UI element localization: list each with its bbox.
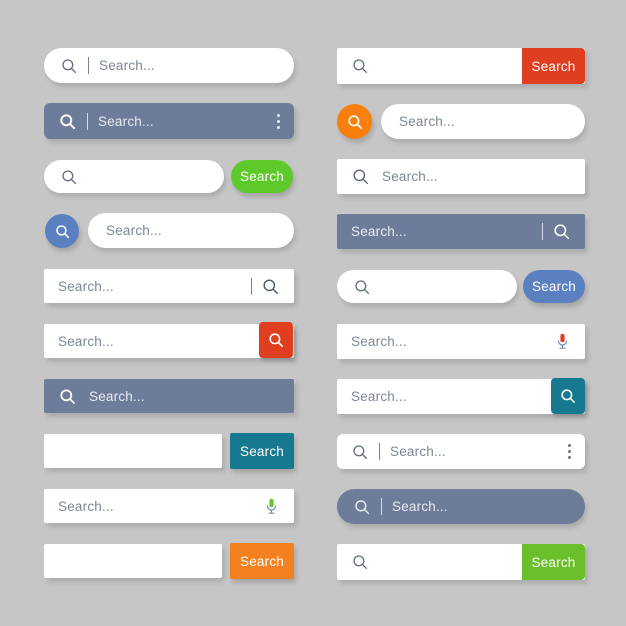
microphone-icon-red[interactable] bbox=[554, 332, 571, 351]
search-icon bbox=[60, 57, 78, 75]
search-button-teal[interactable]: Search bbox=[230, 433, 294, 469]
search-icon bbox=[351, 553, 369, 571]
search-icon bbox=[351, 57, 369, 75]
text-cursor-divider bbox=[251, 277, 252, 295]
search-input[interactable]: Search... bbox=[351, 389, 407, 404]
search-icon bbox=[353, 278, 371, 296]
search-bar-white-rounded-menu[interactable]: Search... bbox=[337, 434, 585, 469]
search-bar-flat-slate[interactable]: Search... bbox=[44, 379, 294, 413]
search-bar-flat-white-left-icon[interactable]: Search... bbox=[337, 159, 585, 194]
search-button-orange[interactable]: Search bbox=[230, 543, 294, 579]
search-input[interactable]: Search... bbox=[58, 499, 114, 514]
search-button-label: Search bbox=[240, 169, 284, 184]
search-bar-flat-white-orange[interactable] bbox=[44, 544, 222, 578]
search-button-green[interactable]: Search bbox=[231, 160, 293, 193]
text-cursor-divider bbox=[381, 498, 382, 515]
search-icon-button-red[interactable] bbox=[259, 322, 293, 358]
search-icon bbox=[353, 498, 371, 516]
search-input[interactable]: Search... bbox=[351, 334, 407, 349]
microphone-icon-green[interactable] bbox=[263, 497, 280, 516]
text-cursor-divider bbox=[542, 223, 543, 240]
search-input[interactable]: Search... bbox=[382, 169, 438, 184]
search-input[interactable]: Search... bbox=[351, 224, 407, 239]
search-button-label: Search bbox=[240, 553, 284, 569]
search-bar-pill-white-blue-icon[interactable]: Search... bbox=[88, 213, 294, 248]
text-cursor-divider bbox=[88, 57, 89, 74]
search-button-blue[interactable]: Search bbox=[523, 270, 585, 303]
search-icon-button-teal[interactable] bbox=[551, 378, 585, 414]
search-bar-flat-white-red-icon[interactable]: Search... bbox=[44, 324, 294, 358]
search-button-red[interactable]: Search bbox=[522, 48, 585, 84]
search-bar-slate-rounded[interactable]: Search... bbox=[44, 103, 294, 139]
search-bar-pill-white-green[interactable] bbox=[44, 160, 224, 193]
search-input[interactable]: Search... bbox=[99, 58, 155, 73]
search-bar-flat-white-teal-icon[interactable]: Search... bbox=[337, 379, 585, 414]
search-input[interactable]: Search... bbox=[89, 389, 145, 404]
search-bar-flat-white-green-mic[interactable]: Search... bbox=[44, 489, 294, 523]
search-input[interactable]: Search... bbox=[399, 114, 455, 129]
search-bar-flat-slate-right-icon[interactable]: Search... bbox=[337, 214, 585, 249]
search-bar-flat-white-red-mic[interactable]: Search... bbox=[337, 324, 585, 359]
search-icon bbox=[60, 168, 78, 186]
search-bar-pill-slate[interactable]: Search... bbox=[337, 489, 585, 524]
search-bar-pill-white[interactable]: Search... bbox=[44, 48, 294, 83]
search-icon[interactable] bbox=[552, 222, 571, 241]
search-icon[interactable] bbox=[261, 277, 280, 296]
search-bar-pill-white-orange-icon[interactable]: Search... bbox=[381, 104, 585, 139]
search-bar-ui-kit: Search... Search... Search Search... Sea… bbox=[0, 0, 626, 626]
overflow-menu-icon[interactable] bbox=[568, 444, 571, 459]
search-bar-flat-white-teal[interactable] bbox=[44, 434, 222, 468]
overflow-menu-icon[interactable] bbox=[277, 113, 280, 129]
search-icon bbox=[58, 112, 77, 131]
search-input[interactable]: Search... bbox=[58, 279, 114, 294]
text-cursor-divider bbox=[379, 443, 380, 460]
search-input[interactable]: Search... bbox=[390, 444, 446, 459]
search-icon-circle-blue[interactable] bbox=[45, 214, 79, 248]
search-bar-pill-white-blue-button[interactable] bbox=[337, 270, 517, 303]
search-button-label: Search bbox=[531, 58, 576, 74]
search-icon bbox=[58, 387, 77, 406]
search-icon-circle-orange[interactable] bbox=[337, 104, 372, 139]
search-input[interactable]: Search... bbox=[106, 223, 162, 238]
search-button-label: Search bbox=[531, 554, 576, 570]
search-icon bbox=[351, 167, 370, 186]
search-bar-flat-white-right-icon[interactable]: Search... bbox=[44, 269, 294, 303]
search-input[interactable]: Search... bbox=[98, 114, 154, 129]
search-button-green-flat[interactable]: Search bbox=[522, 544, 585, 580]
search-input[interactable]: Search... bbox=[58, 334, 114, 349]
search-button-label: Search bbox=[532, 279, 576, 294]
text-cursor-divider bbox=[87, 112, 88, 130]
search-button-label: Search bbox=[240, 443, 284, 459]
search-icon bbox=[351, 443, 369, 461]
search-input[interactable]: Search... bbox=[392, 499, 448, 514]
